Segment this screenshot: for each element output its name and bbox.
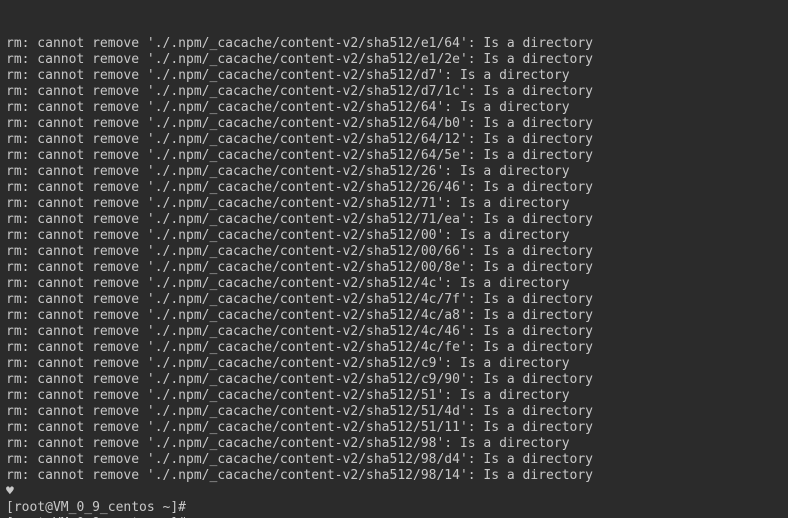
error-line: rm: cannot remove './.npm/_cacache/conte… bbox=[6, 228, 782, 244]
error-line: rm: cannot remove './.npm/_cacache/conte… bbox=[6, 340, 782, 356]
error-line: rm: cannot remove './.npm/_cacache/conte… bbox=[6, 388, 782, 404]
error-line: rm: cannot remove './.npm/_cacache/conte… bbox=[6, 148, 782, 164]
error-line: rm: cannot remove './.npm/_cacache/conte… bbox=[6, 308, 782, 324]
prompt-line[interactable]: [root@VM_0_9_centos ~]# bbox=[6, 500, 782, 516]
error-line: rm: cannot remove './.npm/_cacache/conte… bbox=[6, 196, 782, 212]
terminal[interactable]: rm: cannot remove './.npm/_cacache/conte… bbox=[0, 0, 788, 518]
error-line: rm: cannot remove './.npm/_cacache/conte… bbox=[6, 324, 782, 340]
error-line: rm: cannot remove './.npm/_cacache/conte… bbox=[6, 372, 782, 388]
error-line: rm: cannot remove './.npm/_cacache/conte… bbox=[6, 244, 782, 260]
error-line: rm: cannot remove './.npm/_cacache/conte… bbox=[6, 164, 782, 180]
error-line: rm: cannot remove './.npm/_cacache/conte… bbox=[6, 52, 782, 68]
error-line: rm: cannot remove './.npm/_cacache/conte… bbox=[6, 116, 782, 132]
error-line: rm: cannot remove './.npm/_cacache/conte… bbox=[6, 356, 782, 372]
error-line: rm: cannot remove './.npm/_cacache/conte… bbox=[6, 260, 782, 276]
error-line: rm: cannot remove './.npm/_cacache/conte… bbox=[6, 452, 782, 468]
error-line: rm: cannot remove './.npm/_cacache/conte… bbox=[6, 132, 782, 148]
error-line: rm: cannot remove './.npm/_cacache/conte… bbox=[6, 292, 782, 308]
heart-line: ♥ bbox=[6, 484, 782, 500]
error-line: rm: cannot remove './.npm/_cacache/conte… bbox=[6, 468, 782, 484]
error-line: rm: cannot remove './.npm/_cacache/conte… bbox=[6, 68, 782, 84]
error-line: rm: cannot remove './.npm/_cacache/conte… bbox=[6, 420, 782, 436]
terminal-output: rm: cannot remove './.npm/_cacache/conte… bbox=[6, 36, 782, 518]
error-line: rm: cannot remove './.npm/_cacache/conte… bbox=[6, 100, 782, 116]
error-line: rm: cannot remove './.npm/_cacache/conte… bbox=[6, 404, 782, 420]
error-line: rm: cannot remove './.npm/_cacache/conte… bbox=[6, 36, 782, 52]
error-line: rm: cannot remove './.npm/_cacache/conte… bbox=[6, 212, 782, 228]
error-line: rm: cannot remove './.npm/_cacache/conte… bbox=[6, 276, 782, 292]
error-line: rm: cannot remove './.npm/_cacache/conte… bbox=[6, 84, 782, 100]
error-line: rm: cannot remove './.npm/_cacache/conte… bbox=[6, 180, 782, 196]
error-line: rm: cannot remove './.npm/_cacache/conte… bbox=[6, 436, 782, 452]
